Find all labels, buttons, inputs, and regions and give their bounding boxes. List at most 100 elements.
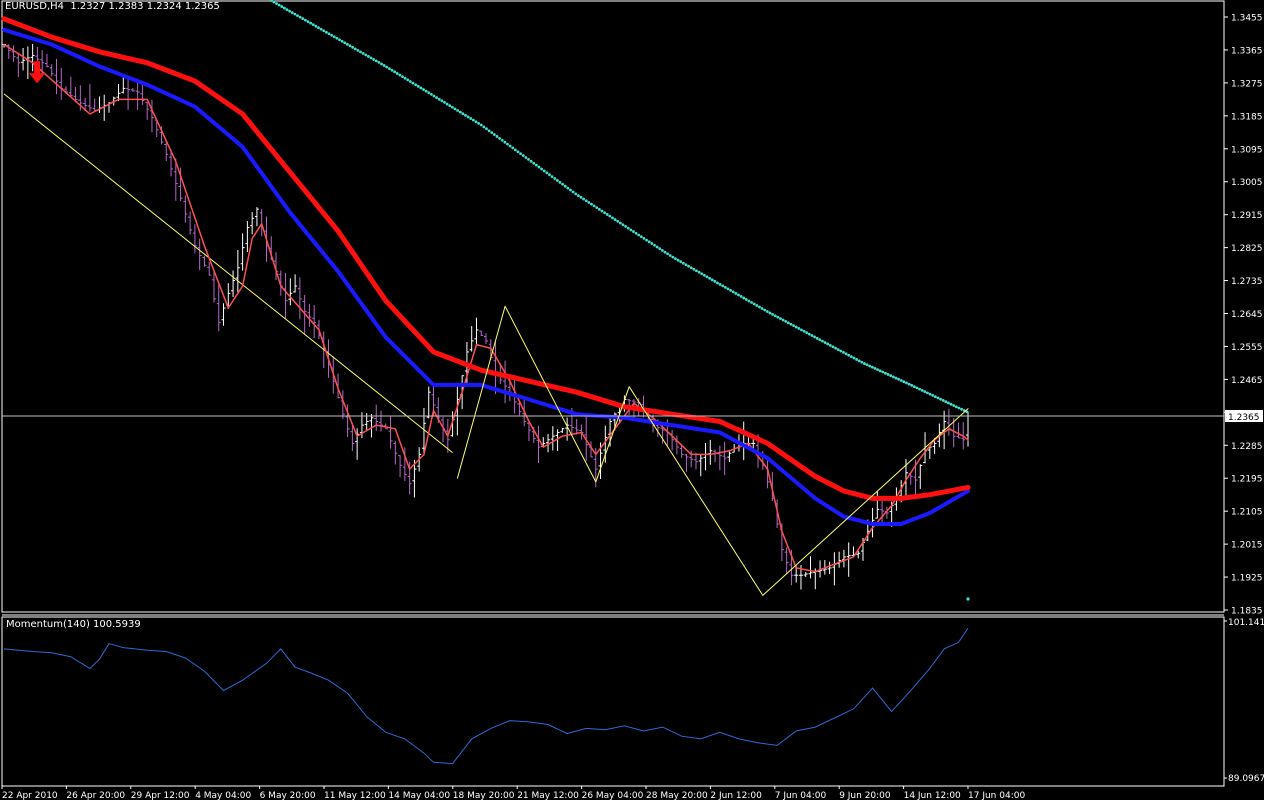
time-tick-label: 26 Apr 20:00: [66, 791, 125, 800]
dotted-ma-point: [579, 195, 583, 199]
dotted-ma-point: [763, 308, 767, 312]
dotted-ma-point: [889, 374, 893, 378]
dotted-ma-point: [687, 264, 690, 268]
dotted-ma-point: [500, 138, 504, 142]
dotted-ma-point: [359, 50, 362, 54]
main-price-panel[interactable]: [1, 0, 1225, 613]
dotted-ma-point: [408, 80, 412, 83]
dotted-ma-point: [807, 332, 811, 336]
dotted-ma-point: [553, 177, 557, 180]
dotted-ma-point: [506, 142, 509, 146]
dotted-ma-point: [815, 336, 819, 340]
dotted-ma-point: [765, 310, 769, 313]
dotted-ma-point: [689, 266, 693, 270]
dotted-ma-point: [282, 6, 286, 10]
time-tick-label: 14 May 04:00: [388, 791, 450, 800]
dotted-ma-point: [881, 370, 885, 374]
dotted-ma-point: [755, 304, 759, 307]
dotted-ma-point: [432, 94, 436, 98]
price-tick-label: 1.2105: [1231, 508, 1263, 518]
price-tick-label: 1.3095: [1231, 145, 1263, 155]
fast-ma-line: [3, 43, 969, 573]
dotted-ma-point: [603, 211, 606, 215]
dotted-ma-point: [285, 8, 289, 11]
dotted-ma-point: [540, 167, 543, 171]
dotted-ma-point: [406, 78, 410, 82]
dotted-ma-point: [401, 75, 404, 79]
dotted-ma-point: [647, 240, 651, 244]
dotted-ma-point: [345, 42, 349, 46]
dotted-ma-point: [524, 156, 528, 159]
dotted-ma-point: [403, 76, 407, 80]
dotted-ma-point: [419, 86, 423, 90]
dotted-ma-point: [939, 397, 942, 401]
dotted-ma-point: [771, 312, 774, 316]
dotted-ma-point: [340, 39, 344, 43]
dotted-ma-point: [813, 335, 816, 339]
dotted-ma-point: [789, 322, 793, 326]
dotted-ma-point: [311, 23, 315, 27]
dotted-ma-point: [532, 161, 536, 165]
dotted-ma-point: [513, 148, 517, 152]
dotted-ma-point: [322, 29, 326, 33]
dotted-ma-point: [642, 237, 646, 240]
dotted-ma-point: [637, 233, 641, 237]
time-tick-label: 7 Jun 04:00: [775, 791, 827, 800]
momentum-line: [3, 627, 969, 765]
dotted-ma-point: [737, 293, 740, 297]
dotted-ma-point: [377, 61, 381, 64]
price-axis: 1.2365 1.3455 1.3365 1.3275 1.3185 1.3095 1.30…: [1224, 14, 1263, 617]
momentum-max-label: 101.1414: [1228, 618, 1264, 628]
dotted-ma-point: [618, 221, 622, 225]
dotted-ma-point: [773, 314, 777, 318]
chart-header: EURUSD,H4 1.2327 1.2383 1.2324 1.2365: [5, 1, 220, 12]
momentum-min-label: 89.0967: [1228, 774, 1264, 784]
dotted-ma-point: [863, 362, 866, 365]
momentum-panel[interactable]: 101.1414 89.0967: [1, 614, 1264, 787]
trading-chart[interactable]: 101.1414 89.0967 1.2365 1.3455 1.3365 1.3275…: [0, 0, 1264, 800]
dotted-ma-point: [624, 225, 627, 228]
dotted-ma-point: [679, 260, 683, 264]
price-tick-label: 1.3365: [1231, 46, 1263, 56]
dotted-ma-point: [332, 35, 336, 39]
dotted-ma-point: [416, 84, 420, 88]
dotted-ma-point: [471, 118, 475, 122]
dotted-ma-point: [613, 218, 617, 221]
dotted-ma-point: [461, 112, 465, 116]
dotted-ma-point: [511, 146, 515, 150]
dotted-ma-point: [666, 252, 669, 256]
dotted-ma-point: [794, 325, 798, 329]
dotted-ma-point: [886, 373, 890, 376]
dotted-ma-point: [697, 270, 701, 274]
time-tick-label: 28 May 20:00: [646, 791, 708, 800]
dotted-ma-point: [521, 154, 525, 157]
dotted-ma-point: [839, 349, 843, 353]
dotted-ma-point: [534, 163, 538, 167]
dotted-ma-point: [674, 257, 677, 261]
dotted-ma-point: [364, 53, 368, 57]
dotted-ma-point: [721, 284, 725, 288]
dotted-ma-point: [966, 597, 970, 601]
price-tick-label: 1.2285: [1231, 442, 1263, 452]
dotted-ma-point: [758, 305, 761, 309]
dotted-ma-point: [739, 295, 743, 298]
dotted-ma-point: [537, 165, 541, 169]
dotted-ma-point: [298, 15, 302, 19]
dotted-ma-point: [805, 331, 809, 335]
dotted-ma-point: [710, 278, 714, 282]
time-tick-label: 9 Jun 20:00: [839, 791, 891, 800]
price-tick-label: 1.2915: [1231, 211, 1263, 221]
dotted-ma-point: [335, 36, 339, 40]
dotted-ma-point: [905, 381, 908, 385]
dotted-ma-point: [482, 125, 486, 129]
dotted-ma-point: [658, 247, 662, 251]
dotted-ma-point: [742, 296, 746, 300]
dotted-ma-point: [309, 21, 313, 25]
dotted-ma-point: [548, 173, 551, 177]
dotted-ma-point: [912, 385, 916, 388]
dotted-ma-point: [448, 104, 452, 108]
dotted-ma-point: [356, 48, 360, 52]
dotted-ma-point: [390, 68, 394, 72]
dotted-ma-point: [574, 192, 578, 196]
dotted-ma-point: [891, 375, 895, 379]
